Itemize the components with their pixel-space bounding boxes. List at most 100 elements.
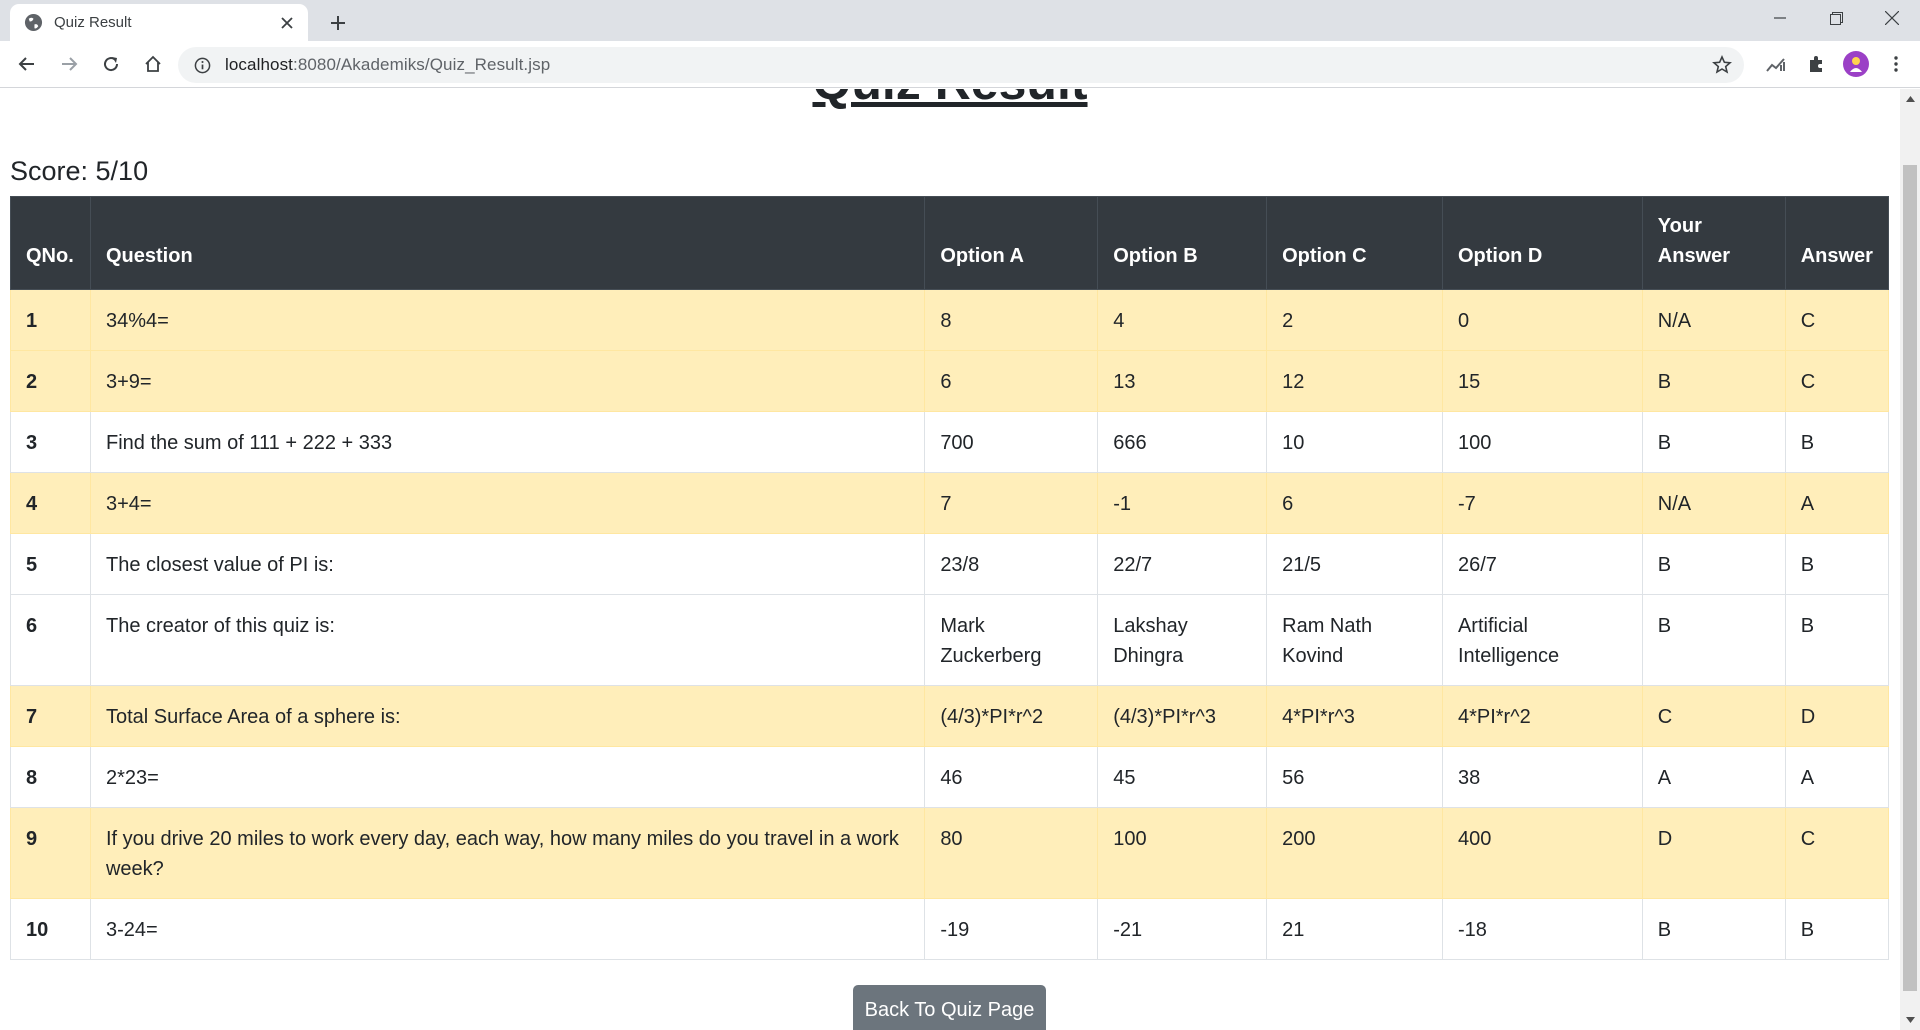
cell-option-c: 12 [1266, 350, 1443, 412]
cell-option-c: 4*PI*r^3 [1266, 685, 1443, 747]
cell-option-b: Lakshay Dhingra [1097, 594, 1268, 686]
cell-answer: B [1784, 594, 1890, 686]
cell-question: The closest value of PI is: [89, 533, 926, 595]
col-header-option-b: Option B [1097, 196, 1268, 290]
close-tab-icon[interactable] [276, 12, 298, 34]
window-controls [1752, 0, 1920, 36]
page-title: Quiz Result [0, 89, 1900, 111]
cell-option-d: -7 [1441, 472, 1643, 534]
cell-qno: 3 [10, 411, 91, 473]
forward-arrow-icon[interactable] [53, 48, 85, 80]
col-header-question: Question [89, 196, 926, 290]
reload-icon[interactable] [95, 48, 127, 80]
site-info-icon[interactable] [192, 55, 212, 75]
cell-answer: C [1784, 289, 1890, 351]
cell-option-a: 80 [924, 807, 1099, 899]
cell-answer: A [1784, 746, 1890, 808]
col-header-option-c: Option C [1266, 196, 1443, 290]
media-router-icon[interactable] [1760, 48, 1792, 80]
cell-answer: A [1784, 472, 1890, 534]
cell-option-a: 46 [924, 746, 1099, 808]
cell-option-b: -1 [1097, 472, 1268, 534]
back-arrow-icon[interactable] [11, 48, 43, 80]
cell-option-a: 6 [924, 350, 1099, 412]
menu-kebab-icon[interactable] [1880, 48, 1912, 80]
cell-your-answer: N/A [1641, 289, 1786, 351]
scrollbar-thumb[interactable] [1903, 165, 1917, 991]
table-row: 1 34%4= 8 4 2 0 N/A C [10, 289, 1890, 351]
cell-option-b: 22/7 [1097, 533, 1268, 595]
profile-avatar[interactable] [1840, 48, 1872, 80]
col-header-option-a: Option A [924, 196, 1099, 290]
restore-icon[interactable] [1808, 0, 1864, 36]
bookmark-star-icon[interactable] [1712, 55, 1732, 75]
cell-your-answer: B [1641, 533, 1786, 595]
page-content: Quiz Result Score: 5/10 QNo. Question Op… [0, 89, 1900, 1030]
cell-question: If you drive 20 miles to work every day,… [89, 807, 926, 899]
table-row: 7 Total Surface Area of a sphere is: (4/… [10, 685, 1890, 747]
cell-option-d: 26/7 [1441, 533, 1643, 595]
cell-option-a: 7 [924, 472, 1099, 534]
cell-qno: 9 [10, 807, 91, 899]
browser-tab-strip: Quiz Result [0, 0, 1920, 41]
cell-option-b: 100 [1097, 807, 1268, 899]
cell-qno: 4 [10, 472, 91, 534]
cell-answer: B [1784, 533, 1890, 595]
cell-option-b: 13 [1097, 350, 1268, 412]
cell-your-answer: B [1641, 898, 1786, 960]
table-row: 9 If you drive 20 miles to work every da… [10, 807, 1890, 899]
table-row: 4 3+4= 7 -1 6 -7 N/A A [10, 472, 1890, 534]
cell-option-a: Mark Zuckerberg [924, 594, 1099, 686]
cell-option-c: 200 [1266, 807, 1443, 899]
cell-your-answer: B [1641, 411, 1786, 473]
minimize-icon[interactable] [1752, 0, 1808, 36]
cell-qno: 6 [10, 594, 91, 686]
cell-option-d: 15 [1441, 350, 1643, 412]
cell-qno: 7 [10, 685, 91, 747]
cell-option-b: -21 [1097, 898, 1268, 960]
globe-icon [24, 13, 43, 32]
cell-question: The creator of this quiz is: [89, 594, 926, 686]
cell-option-d: -18 [1441, 898, 1643, 960]
cell-question: Total Surface Area of a sphere is: [89, 685, 926, 747]
cell-option-c: 21/5 [1266, 533, 1443, 595]
browser-toolbar: localhost:8080/Akademiks/Quiz_Result.jsp [0, 41, 1920, 88]
cell-your-answer: C [1641, 685, 1786, 747]
back-to-quiz-button[interactable]: Back To Quiz Page [853, 985, 1046, 1030]
scroll-down-arrow-icon[interactable] [1900, 1010, 1920, 1030]
vertical-scrollbar[interactable] [1900, 89, 1920, 1030]
cell-answer: B [1784, 898, 1890, 960]
url-text[interactable]: localhost:8080/Akademiks/Quiz_Result.jsp [225, 55, 550, 75]
cell-option-c: 21 [1266, 898, 1443, 960]
url-path: :8080/Akademiks/Quiz_Result.jsp [293, 55, 551, 74]
browser-tab[interactable]: Quiz Result [10, 4, 308, 41]
table-row: 5 The closest value of PI is: 23/8 22/7 … [10, 533, 1890, 595]
cell-your-answer: B [1641, 350, 1786, 412]
cell-option-a: 8 [924, 289, 1099, 351]
tab-title: Quiz Result [54, 14, 132, 31]
cell-your-answer: D [1641, 807, 1786, 899]
address-bar[interactable]: localhost:8080/Akademiks/Quiz_Result.jsp [178, 47, 1744, 83]
table-row: 8 2*23= 46 45 56 38 A A [10, 746, 1890, 808]
home-icon[interactable] [137, 48, 169, 80]
cell-option-d: 100 [1441, 411, 1643, 473]
col-header-option-d: Option D [1441, 196, 1643, 290]
cell-option-c: 2 [1266, 289, 1443, 351]
col-header-qno: QNo. [10, 196, 91, 290]
cell-question: 3+9= [89, 350, 926, 412]
cell-question: 3+4= [89, 472, 926, 534]
table-header-row: QNo. Question Option A Option B Option C… [10, 196, 1890, 290]
close-window-icon[interactable] [1864, 0, 1920, 36]
scroll-up-arrow-icon[interactable] [1900, 89, 1920, 109]
cell-option-a: (4/3)*PI*r^2 [924, 685, 1099, 747]
quiz-result-table: QNo. Question Option A Option B Option C… [10, 196, 1890, 960]
cell-qno: 1 [10, 289, 91, 351]
cell-question: Find the sum of 111 + 222 + 333 [89, 411, 926, 473]
cell-option-d: 4*PI*r^2 [1441, 685, 1643, 747]
cell-option-c: 56 [1266, 746, 1443, 808]
cell-your-answer: B [1641, 594, 1786, 686]
cell-option-d: 38 [1441, 746, 1643, 808]
extensions-puzzle-icon[interactable] [1800, 48, 1832, 80]
table-row: 3 Find the sum of 111 + 222 + 333 700 66… [10, 411, 1890, 473]
new-tab-button[interactable] [323, 8, 353, 38]
